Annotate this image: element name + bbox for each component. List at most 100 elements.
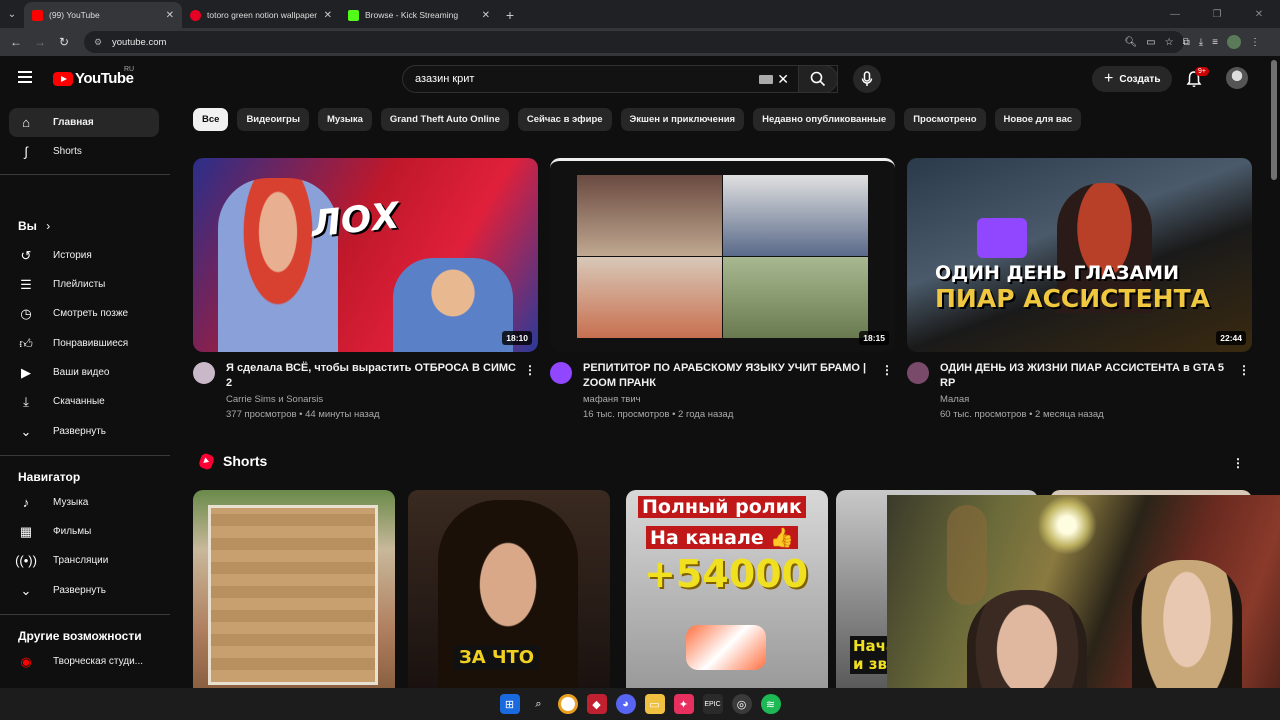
search-icon[interactable]: ⌕ [529, 694, 549, 714]
close-tab-icon[interactable]: ✕ [166, 10, 174, 21]
chip-music[interactable]: Музыка [317, 108, 372, 131]
sidebar-item-shorts[interactable]: ∫ Shorts [9, 137, 159, 166]
video-title[interactable]: ОДИН ДЕНЬ ИЗ ЖИЗНИ ПИАР АССИСТЕНТА в GTA… [940, 361, 1230, 391]
channel-avatar[interactable] [550, 362, 572, 384]
sidebar-item-live[interactable]: ((•)) Трансляции [9, 546, 159, 575]
more-options-icon[interactable]: ⋮ [1238, 363, 1250, 377]
steam-icon[interactable]: ◎ [731, 694, 752, 714]
short-card[interactable]: ЗА ЧТО [408, 490, 610, 688]
sidebar-item-label: Shorts [53, 146, 82, 157]
sidebar-item-liked[interactable]: 👍︎ Понравившиеся [9, 329, 159, 358]
browser-tab-youtube[interactable]: (99) YouTube ✕ [24, 2, 182, 28]
address-bar[interactable]: ⚙ youtube.com [84, 31, 1184, 53]
video-card[interactable]: 18:15 РЕПИТИТОР ПО АРАБСКОМУ ЯЗЫКУ УЧИТ … [550, 158, 895, 420]
sidebar-item-playlists[interactable]: ☰ Плейлисты [9, 270, 159, 299]
page-scrollbar[interactable] [1271, 60, 1277, 180]
close-window-icon[interactable]: ✕ [1238, 0, 1280, 28]
browser-tab-pinterest[interactable]: totoro green notion wallpaper ✕ [182, 2, 340, 28]
chrome-icon[interactable] [557, 694, 578, 714]
reading-list-icon[interactable]: ≡ [1212, 37, 1218, 48]
site-info-icon[interactable]: ⚙ [94, 37, 104, 47]
more-options-icon[interactable]: ⋮ [524, 363, 536, 377]
profile-avatar[interactable] [1227, 35, 1241, 49]
minimize-icon[interactable]: — [1154, 0, 1196, 28]
channel-name[interactable]: Малая [940, 394, 1230, 405]
short-overlay-text: Нача и зв [850, 636, 896, 674]
epic-games-icon[interactable]: EPIC [702, 694, 723, 714]
app-icon[interactable]: ◆ [586, 694, 607, 714]
voice-search-button[interactable] [853, 65, 881, 93]
chip-videogames[interactable]: Видеоигры [237, 108, 309, 131]
short-card[interactable]: Полный ролик На канале 👍 +54000 [626, 490, 828, 688]
create-button[interactable]: + Создать [1092, 66, 1173, 92]
sidebar-item-your-videos[interactable]: ▶ Ваши видео [9, 358, 159, 387]
discord-icon[interactable]: ◕ [615, 694, 636, 714]
browser-tab-kick[interactable]: Browse - Kick Streaming ✕ [340, 2, 498, 28]
sidebar-item-music[interactable]: ♪ Музыка [9, 488, 159, 517]
maximize-icon[interactable]: ❐ [1196, 0, 1238, 28]
back-icon[interactable]: ← [4, 35, 28, 49]
sidebar-item-downloads[interactable]: ⤓ Скачанные [9, 387, 159, 416]
video-card[interactable]: ЛОХ 18:10 Я сделала ВСЁ, чтобы вырастить… [193, 158, 538, 420]
chip-all[interactable]: Все [193, 108, 229, 131]
cast-icon[interactable]: ▭ [1146, 37, 1155, 48]
zoom-participant-tile [723, 257, 868, 338]
app-icon[interactable]: ✦ [673, 694, 694, 714]
bookmark-star-icon[interactable]: ☆ [1165, 37, 1174, 48]
hamburger-menu-icon[interactable] [18, 71, 32, 83]
video-stats: 60 тыс. просмотров • 2 месяца назад [940, 409, 1104, 420]
sidebar-item-films[interactable]: ▦ Фильмы [9, 517, 159, 546]
create-label: Создать [1119, 73, 1161, 85]
channel-avatar[interactable] [193, 362, 215, 384]
chevron-right-icon: › [46, 219, 51, 233]
channel-avatar[interactable] [907, 362, 929, 384]
extensions-icon[interactable]: ⧉ [1183, 37, 1190, 48]
chip-new[interactable]: Новое для вас [994, 108, 1082, 131]
search-button[interactable] [798, 65, 838, 93]
sidebar-item-expand-you[interactable]: ⌄ Развернуть [9, 417, 159, 446]
chip-gta-online[interactable]: Grand Theft Auto Online [380, 108, 509, 131]
downloads-icon[interactable]: ⤓ [1199, 37, 1203, 48]
short-card[interactable] [193, 490, 395, 688]
video-thumbnail[interactable]: ЛОХ 18:10 [193, 158, 538, 352]
clear-search-icon[interactable]: ✕ [777, 71, 789, 88]
zoom-icon[interactable]: 🔍︎ [1124, 37, 1137, 48]
new-tab-button[interactable]: + [498, 2, 522, 28]
forward-icon[interactable]: → [28, 35, 52, 49]
chip-watched[interactable]: Просмотрено [904, 108, 986, 131]
guitar-shape [947, 505, 987, 605]
reload-icon[interactable]: ↻ [52, 35, 76, 49]
plus-icon: + [1104, 70, 1114, 87]
more-options-icon[interactable]: ⋮ [881, 363, 893, 377]
sidebar-item-studio[interactable]: ◉ Творческая студи... [9, 647, 159, 676]
spotify-icon[interactable]: ≋ [760, 694, 781, 714]
video-thumbnail[interactable]: ОДИН ДЕНЬ ГЛАЗАМИ ПИАР АССИСТЕНТА 22:44 [907, 158, 1252, 352]
video-title[interactable]: РЕПИТИТОР ПО АРАБСКОМУ ЯЗЫКУ УЧИТ БРАМО … [583, 361, 873, 391]
shorts-more-options-icon[interactable]: ⋮ [1232, 456, 1244, 470]
search-input[interactable]: азазин крит ✕ [402, 65, 838, 93]
menu-kebab-icon[interactable]: ⋮ [1250, 37, 1260, 48]
channel-name[interactable]: мафаня твич [583, 394, 873, 405]
close-tab-icon[interactable]: ✕ [324, 10, 332, 21]
close-tab-icon[interactable]: ✕ [482, 10, 490, 21]
youtube-logo[interactable]: YouTube RU [53, 66, 134, 87]
sidebar-you-header[interactable]: Вы › [18, 219, 50, 233]
user-avatar[interactable] [1226, 67, 1248, 89]
sidebar-item-history[interactable]: ↺ История [9, 241, 159, 270]
sidebar-item-expand-nav[interactable]: ⌄ Развернуть [9, 576, 159, 605]
video-title[interactable]: Я сделала ВСЁ, чтобы вырастить ОТБРОСА В… [226, 361, 516, 391]
tab-search-icon[interactable]: ⌄ [0, 0, 24, 28]
kick-favicon-icon [348, 9, 359, 21]
file-explorer-icon[interactable]: ▭ [644, 694, 665, 714]
keyboard-icon[interactable] [759, 74, 773, 84]
sidebar-item-home[interactable]: ⌂ Главная [9, 108, 159, 137]
chip-live[interactable]: Сейчас в эфире [517, 108, 612, 131]
windows-start-icon[interactable]: ⊞ [499, 694, 520, 714]
channel-name[interactable]: Carrie Sims и Sonarsis [226, 394, 516, 405]
video-thumbnail[interactable]: 18:15 [550, 158, 895, 352]
video-card[interactable]: ОДИН ДЕНЬ ГЛАЗАМИ ПИАР АССИСТЕНТА 22:44 … [907, 158, 1252, 420]
chip-recent[interactable]: Недавно опубликованные [753, 108, 896, 131]
chip-action[interactable]: Экшен и приключения [620, 108, 745, 131]
sidebar-item-watch-later[interactable]: ◷ Смотреть позже [9, 299, 159, 328]
video-meta: Я сделала ВСЁ, чтобы вырастить ОТБРОСА В… [193, 361, 538, 420]
